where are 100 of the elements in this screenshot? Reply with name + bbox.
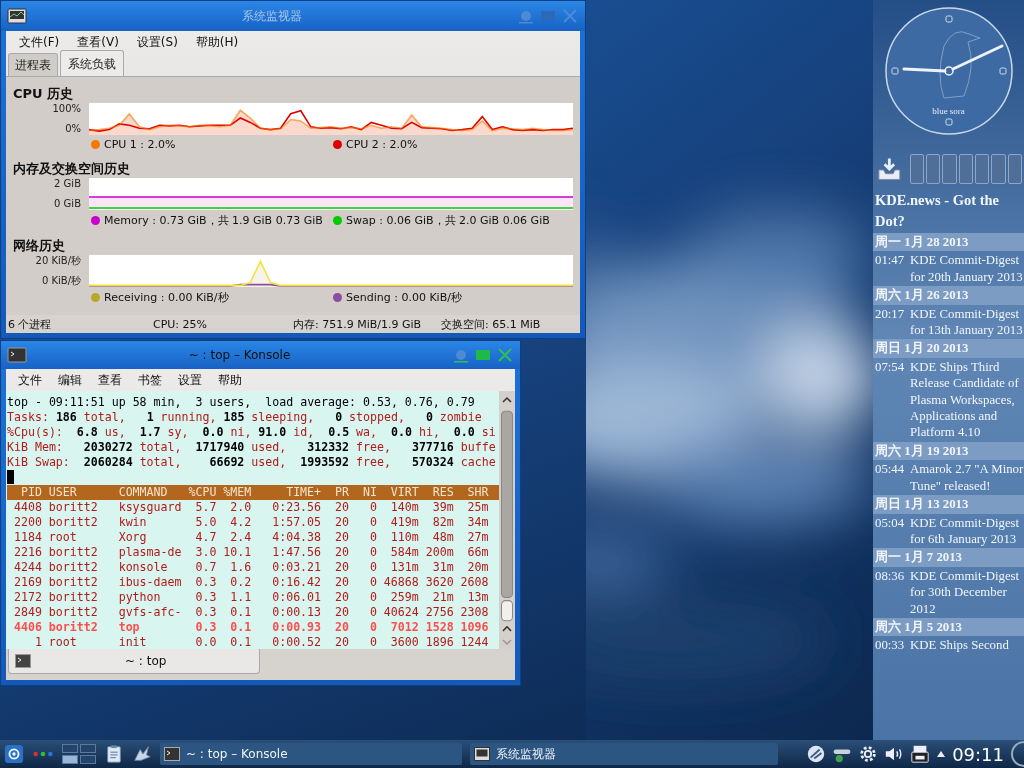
widget-slot[interactable] <box>909 154 924 184</box>
window-title: 系统监视器 <box>241 7 303 25</box>
table-cell-text: 20 <box>334 560 349 575</box>
desktop-pager-cell[interactable] <box>80 744 96 753</box>
table-cell-text: 0:06.01 <box>271 590 322 605</box>
desktop-pager-cell[interactable] <box>80 755 96 764</box>
table-cell-text: top <box>117 620 141 635</box>
table-cell-text: 66m <box>466 545 489 560</box>
menu-item[interactable]: 文件 <box>10 371 50 389</box>
table-cell-text: kwin <box>117 515 148 530</box>
table-cell-text: 0 <box>368 620 377 635</box>
minimize-button[interactable] <box>517 8 535 24</box>
table-cell-text: 0.3 <box>194 590 217 605</box>
table-cell-text: Xorg <box>117 530 148 545</box>
table-cell-text: 2172 <box>12 590 42 605</box>
news-headline[interactable]: KDE Commit-Digest for 20th January 2013 <box>910 252 1024 286</box>
table-cell-text: 0 <box>368 575 377 590</box>
panel-toolbox-icon[interactable] <box>1010 740 1024 768</box>
feed-title[interactable]: KDE.news - Got the Dot? <box>873 190 1024 232</box>
close-button[interactable] <box>496 347 514 363</box>
table-cell-text: 5.0 <box>194 515 217 530</box>
table-cell-text: 20 <box>334 545 349 560</box>
menu-item[interactable]: 帮助 <box>210 371 250 389</box>
close-button[interactable] <box>561 8 579 24</box>
status-text: 6 个进程 <box>8 316 53 332</box>
axis-label: 100% <box>52 103 81 115</box>
table-cell-text: 0.7 <box>194 560 217 575</box>
news-headline[interactable]: KDE Commit-Digest for 30th December 2012 <box>910 567 1024 617</box>
task-button[interactable]: ~ : top – Konsole <box>160 743 462 765</box>
maximize-button[interactable] <box>539 8 557 24</box>
column-header: PID <box>19 485 42 500</box>
news-date: 周六 1月 5 2013 <box>873 617 1024 637</box>
status-text: 内存: 751.9 MiB/1.9 GiB <box>293 316 423 332</box>
news-headline[interactable]: KDE Commit-Digest for 13th January 2013 <box>910 305 1024 339</box>
terminal-line: %Cpu(s): 6.8 us, 1.7 sy, 0.0 ni, 91.0 id, 0.5 wa, 0.0 hi, 0.0 si <box>7 425 497 440</box>
news-time: 20:17 <box>875 305 906 323</box>
table-cell-text: root <box>47 530 78 545</box>
table-cell-text: 1096 <box>459 620 489 635</box>
axis-label: 0 GiB <box>54 198 81 210</box>
table-cell-text: 2849 <box>12 605 42 620</box>
activities-icon[interactable] <box>32 749 54 759</box>
status-text: CPU: 25% <box>153 317 209 331</box>
menu-item[interactable]: 查看(V) <box>68 33 128 51</box>
table-cell-text: 0 <box>368 605 377 620</box>
news-date: 周日 1月 13 2013 <box>873 495 1024 514</box>
maximize-button[interactable] <box>474 347 492 363</box>
table-cell-text: 3.0 <box>194 545 217 560</box>
table-cell-text: python <box>117 590 162 605</box>
menu-item[interactable]: 设置 <box>170 371 210 389</box>
table-cell-text: 0:00.93 <box>271 620 322 635</box>
table-cell-text: 1:47.56 <box>271 545 322 560</box>
settings-icon[interactable] <box>858 744 879 764</box>
terminal-icon <box>164 747 180 761</box>
table-cell-text: boritt2 <box>47 515 99 530</box>
menu-item[interactable]: 文件(F) <box>10 33 69 51</box>
launcher-icon[interactable] <box>4 744 24 764</box>
terminal-line: KiB Mem: 2030272 total, 1717940 used, 312332 free, 377716 buffe <box>7 440 497 455</box>
monitor-icon <box>7 8 27 24</box>
text-cursor <box>7 470 14 484</box>
menu-item[interactable]: 书签 <box>130 371 170 389</box>
widget-slot[interactable] <box>958 154 973 184</box>
section-title: 内存及交换空间历史 <box>13 160 131 177</box>
menu-item[interactable]: 编辑 <box>50 371 90 389</box>
menu-item[interactable]: 查看 <box>90 371 130 389</box>
widget-slot[interactable] <box>926 154 941 184</box>
widget-slot[interactable] <box>942 154 957 184</box>
news-headline[interactable]: KDE Commit-Digest for 6th January 2013 <box>910 514 1024 548</box>
tab[interactable]: 进程表 <box>8 53 58 76</box>
clipboard-icon[interactable] <box>104 744 124 764</box>
table-cell-text: 48m <box>431 530 454 545</box>
table-cell-text: 20 <box>334 515 349 530</box>
news-headline[interactable]: Amarok 2.7 "A Minor Tune" released! <box>910 461 1024 495</box>
table-cell-text: 21m <box>431 590 454 605</box>
desktop-pager-cell[interactable] <box>62 755 78 764</box>
menu-item[interactable]: 设置(S) <box>127 33 187 51</box>
desktop-pager-cell[interactable] <box>62 744 78 753</box>
news-headline[interactable]: KDE Ships Third Release Candidate of Plasma Workspaces, Applications and Platform 4.10 <box>910 358 1024 441</box>
clock-time[interactable]: 09:11 <box>952 743 1004 765</box>
expand-arrow-icon[interactable] <box>936 750 947 758</box>
widget-slot[interactable] <box>1007 154 1022 184</box>
column-header: %MEM <box>222 485 252 500</box>
session-tab[interactable]: ~ : top <box>8 649 260 674</box>
table-cell-text: 2200 <box>12 515 42 530</box>
table-cell-text: 25m <box>466 500 489 515</box>
table-cell-text: 20m <box>466 560 489 575</box>
widget-slot[interactable] <box>991 154 1006 184</box>
news-date: 周一 1月 28 2013 <box>873 233 1024 252</box>
minimize-button[interactable] <box>452 347 470 363</box>
table-cell-text: 20 <box>334 635 349 649</box>
table-cell-text: gvfs-afc- <box>117 605 182 620</box>
news-headline[interactable]: KDE Ships Second <box>910 637 1024 654</box>
legend-label: Receiving : 0.00 KiB/秒 <box>104 290 229 305</box>
menu-item[interactable]: 帮助(H) <box>186 33 248 51</box>
widget-slot[interactable] <box>975 154 990 184</box>
legend-label: Sending : 0.00 KiB/秒 <box>346 290 462 305</box>
table-cell-text: 4.7 <box>194 530 217 545</box>
printer-icon[interactable] <box>910 744 931 764</box>
tab[interactable]: 系统负载 <box>60 50 124 76</box>
task-button[interactable]: 系统监视器 <box>470 743 778 765</box>
table-cell-text: 131m <box>389 560 419 575</box>
